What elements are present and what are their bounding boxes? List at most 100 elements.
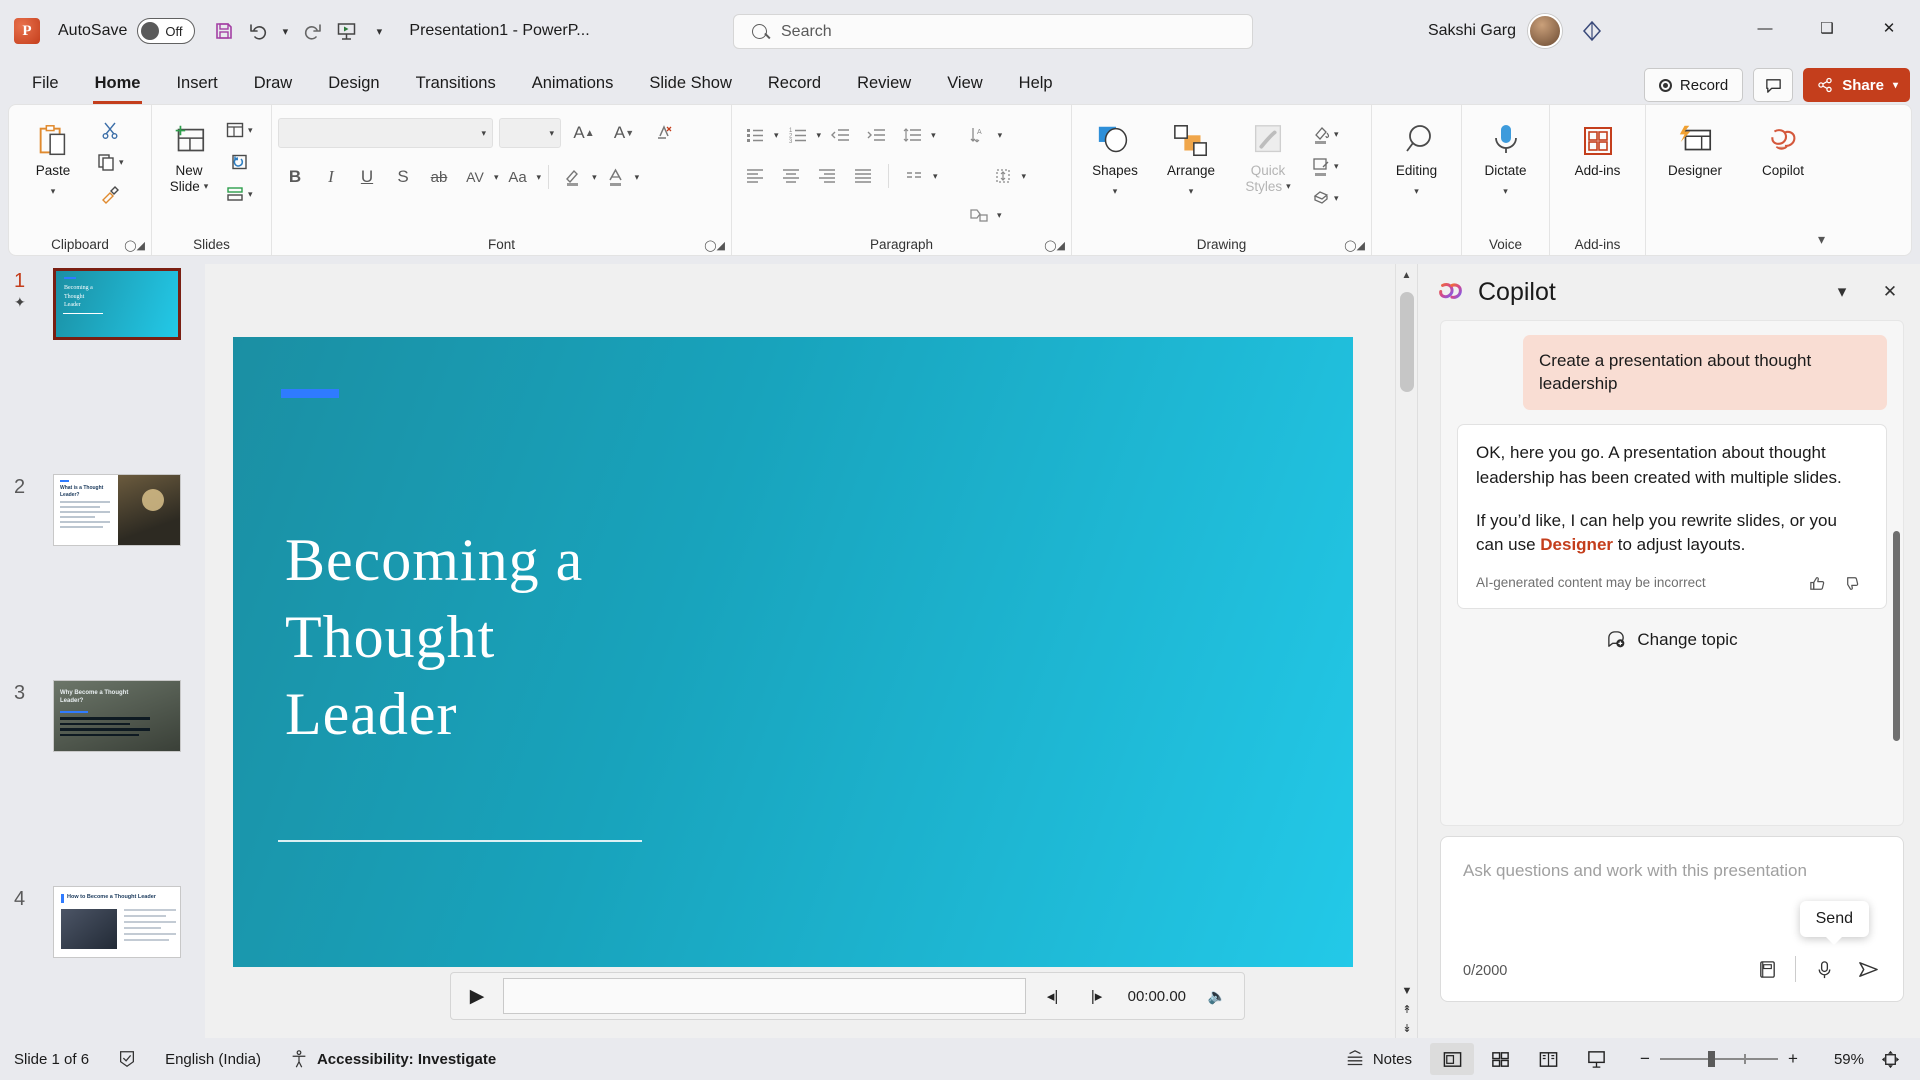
font-size-input[interactable]: ▾ bbox=[499, 118, 561, 148]
paragraph-dialog-launcher[interactable]: ◯◢ bbox=[1044, 239, 1065, 252]
tab-review[interactable]: Review bbox=[843, 70, 925, 97]
prompt-guide-icon[interactable] bbox=[1748, 951, 1786, 987]
autosave-toggle[interactable]: Off bbox=[137, 18, 195, 44]
slide-thumbnail-3[interactable]: 3 Why Become a Thought Leader? bbox=[0, 676, 205, 778]
tab-animations[interactable]: Animations bbox=[518, 70, 628, 97]
copilot-close-icon[interactable]: ✕ bbox=[1872, 274, 1908, 310]
section-dropdown-icon[interactable]: ▾ bbox=[248, 189, 253, 200]
format-painter-button[interactable] bbox=[93, 179, 127, 209]
tab-view[interactable]: View bbox=[933, 70, 996, 97]
justify-button[interactable] bbox=[846, 160, 880, 192]
align-left-button[interactable] bbox=[738, 160, 772, 192]
shape-effects-button[interactable]: ▾ bbox=[1308, 183, 1342, 213]
slide-title[interactable]: Becoming a Thought Leader bbox=[285, 522, 805, 752]
zoom-track[interactable] bbox=[1660, 1058, 1778, 1060]
microsoft-365-diamond-icon[interactable] bbox=[1574, 13, 1610, 49]
shape-outline-dropdown-icon[interactable]: ▾ bbox=[1334, 161, 1339, 172]
dictate-button[interactable]: Dictate ▾ bbox=[1468, 111, 1543, 229]
columns-button[interactable] bbox=[897, 160, 931, 192]
previous-slide-icon[interactable]: ↟ bbox=[1402, 1000, 1411, 1019]
decrease-indent-button[interactable] bbox=[823, 119, 857, 151]
bold-button[interactable]: B bbox=[278, 161, 312, 193]
font-size-dropdown-icon[interactable]: ▾ bbox=[549, 128, 554, 139]
thumbs-down-icon[interactable] bbox=[1834, 570, 1868, 596]
tab-help[interactable]: Help bbox=[1005, 70, 1067, 97]
share-dropdown-icon[interactable]: ▾ bbox=[1893, 80, 1898, 91]
arrange-dropdown-icon[interactable]: ▾ bbox=[1189, 186, 1194, 196]
change-case-dropdown-icon[interactable]: ▾ bbox=[537, 172, 542, 183]
character-spacing-button[interactable]: AV bbox=[458, 161, 492, 193]
font-color-dropdown-icon[interactable]: ▾ bbox=[635, 172, 640, 183]
align-right-button[interactable] bbox=[810, 160, 844, 192]
record-button[interactable]: Record bbox=[1644, 68, 1743, 102]
minimize-button[interactable]: — bbox=[1734, 0, 1796, 56]
text-direction-dropdown-icon[interactable]: ▾ bbox=[998, 130, 1003, 141]
spellcheck-button[interactable] bbox=[103, 1043, 151, 1075]
tab-record[interactable]: Record bbox=[754, 70, 835, 97]
zoom-out-button[interactable]: − bbox=[1630, 1043, 1660, 1075]
thumbs-up-icon[interactable] bbox=[1800, 570, 1834, 596]
customize-quick-access-icon[interactable]: ▾ bbox=[369, 14, 389, 48]
slide-editing-area[interactable]: Becoming a Thought Leader ▶ ◂| |▸ 00:00.… bbox=[205, 264, 1417, 1038]
start-presentation-icon[interactable] bbox=[329, 14, 363, 48]
change-topic-button[interactable]: Change topic bbox=[1457, 629, 1887, 650]
shapes-button[interactable]: Shapes ▾ bbox=[1078, 111, 1152, 229]
copilot-conversation[interactable]: Create a presentation about thought lead… bbox=[1440, 320, 1904, 826]
accessibility-status[interactable]: Accessibility: Investigate bbox=[275, 1043, 510, 1075]
scrollbar-thumb[interactable] bbox=[1400, 292, 1414, 392]
strikethrough-button[interactable]: ab bbox=[422, 161, 456, 193]
designer-button[interactable]: Designer bbox=[1652, 111, 1738, 229]
tab-slide-show[interactable]: Slide Show bbox=[635, 70, 746, 97]
clear-formatting-button[interactable] bbox=[647, 117, 681, 149]
current-slide[interactable]: Becoming a Thought Leader bbox=[233, 337, 1353, 967]
shape-effects-dropdown-icon[interactable]: ▾ bbox=[1334, 193, 1339, 204]
save-icon[interactable] bbox=[207, 14, 241, 48]
avatar[interactable] bbox=[1528, 14, 1562, 48]
undo-dropdown-icon[interactable]: ▾ bbox=[275, 14, 295, 48]
slide-thumbnail-4[interactable]: 4 How to Become a Thought Leader bbox=[0, 882, 205, 984]
slide-thumbnail-2[interactable]: 2 What is a Thought Leader? bbox=[0, 470, 205, 572]
tab-insert[interactable]: Insert bbox=[162, 70, 231, 97]
cut-button[interactable] bbox=[93, 115, 127, 145]
bullets-button[interactable] bbox=[738, 119, 772, 151]
text-highlight-dropdown-icon[interactable]: ▾ bbox=[592, 172, 597, 183]
copilot-collapse-icon[interactable]: ▾ bbox=[1824, 274, 1860, 310]
slide-thumbnail-1[interactable]: 1 ✦ Becoming aThoughtLeader bbox=[0, 264, 205, 366]
volume-icon[interactable]: 🔈 bbox=[1200, 980, 1234, 1012]
slide-thumbnail-pane[interactable]: 1 ✦ Becoming aThoughtLeader 2 What is a … bbox=[0, 264, 205, 1038]
italic-button[interactable]: I bbox=[314, 161, 348, 193]
microphone-icon[interactable] bbox=[1805, 951, 1843, 987]
drawing-dialog-launcher[interactable]: ◯◢ bbox=[1344, 239, 1365, 252]
font-dialog-launcher[interactable]: ◯◢ bbox=[704, 239, 725, 252]
increase-indent-button[interactable] bbox=[859, 119, 893, 151]
undo-icon[interactable] bbox=[241, 14, 275, 48]
new-slide-dropdown-icon[interactable]: ▾ bbox=[204, 181, 209, 191]
play-icon[interactable]: ▶ bbox=[461, 980, 493, 1012]
align-text-button[interactable] bbox=[986, 160, 1020, 192]
text-highlight-button[interactable] bbox=[556, 161, 590, 193]
shape-fill-dropdown-icon[interactable]: ▾ bbox=[1334, 129, 1339, 140]
line-spacing-button[interactable] bbox=[895, 119, 929, 151]
smartart-dropdown-icon[interactable]: ▾ bbox=[997, 210, 1002, 221]
section-button[interactable]: ▾ bbox=[222, 179, 256, 209]
font-color-button[interactable] bbox=[599, 161, 633, 193]
send-icon[interactable] bbox=[1849, 951, 1887, 987]
tab-transitions[interactable]: Transitions bbox=[402, 70, 510, 97]
line-spacing-dropdown-icon[interactable]: ▾ bbox=[931, 130, 936, 141]
scroll-up-icon[interactable]: ▲ bbox=[1396, 264, 1417, 286]
character-spacing-dropdown-icon[interactable]: ▾ bbox=[494, 172, 499, 183]
maximize-button[interactable]: ❑ bbox=[1796, 0, 1858, 56]
numbering-button[interactable]: 123 bbox=[781, 119, 815, 151]
copilot-thread-scrollbar[interactable] bbox=[1893, 531, 1900, 741]
text-direction-button[interactable]: A bbox=[962, 119, 996, 151]
tab-design[interactable]: Design bbox=[314, 70, 393, 97]
zoom-thumb[interactable] bbox=[1708, 1051, 1715, 1067]
tab-draw[interactable]: Draw bbox=[240, 70, 307, 97]
copy-button[interactable]: ▾ bbox=[93, 147, 127, 177]
copilot-button[interactable]: Copilot bbox=[1740, 111, 1826, 229]
align-text-dropdown-icon[interactable]: ▾ bbox=[1022, 171, 1027, 182]
quick-styles-button[interactable]: Quick Styles ▾ bbox=[1230, 111, 1306, 229]
shapes-dropdown-icon[interactable]: ▾ bbox=[1113, 186, 1118, 196]
arrange-button[interactable]: Arrange ▾ bbox=[1154, 111, 1228, 229]
normal-view-button[interactable] bbox=[1430, 1043, 1474, 1075]
